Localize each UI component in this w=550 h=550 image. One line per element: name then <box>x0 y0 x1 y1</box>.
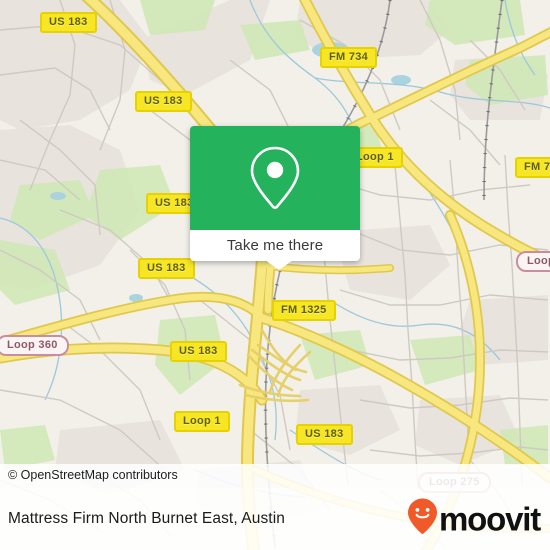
map-screenshot: US 183 US 183 US 183 US 183 US 183 US 18… <box>0 0 550 550</box>
shield-us-183-d[interactable]: US 183 <box>138 258 195 279</box>
shield-loop-r[interactable]: Loop <box>516 251 550 272</box>
shield-us-183-a[interactable]: US 183 <box>40 12 97 33</box>
footer-bar: Mattress Firm North Burnet East, Austin … <box>0 488 550 550</box>
popup-pointer-tail <box>265 260 293 270</box>
shield-loop-1-b[interactable]: Loop 1 <box>174 411 230 432</box>
shield-us-183-b[interactable]: US 183 <box>135 91 192 112</box>
shield-fm-734-a[interactable]: FM 734 <box>320 47 378 68</box>
shield-fm-1325[interactable]: FM 1325 <box>272 300 336 321</box>
moovit-wordmark: moovit <box>439 500 541 538</box>
moovit-logo[interactable]: moovit <box>407 498 541 541</box>
shield-fm-734-b[interactable]: FM 734 <box>515 157 550 178</box>
shield-loop-360[interactable]: Loop 360 <box>0 335 69 356</box>
shield-us-183-e[interactable]: US 183 <box>170 341 227 362</box>
location-popup[interactable]: Take me there <box>190 126 360 270</box>
take-me-there-label: Take me there <box>226 237 324 254</box>
osm-attribution[interactable]: © OpenStreetMap contributors <box>8 468 178 482</box>
place-title: Mattress Firm North Burnet East, Austin <box>8 510 285 527</box>
shield-us-183-f[interactable]: US 183 <box>296 424 353 445</box>
map-pin-icon <box>247 144 303 212</box>
moovit-pin-icon <box>407 498 438 541</box>
popup-action-bar[interactable]: Take me there <box>190 230 360 270</box>
popup-image-panel <box>190 126 360 230</box>
